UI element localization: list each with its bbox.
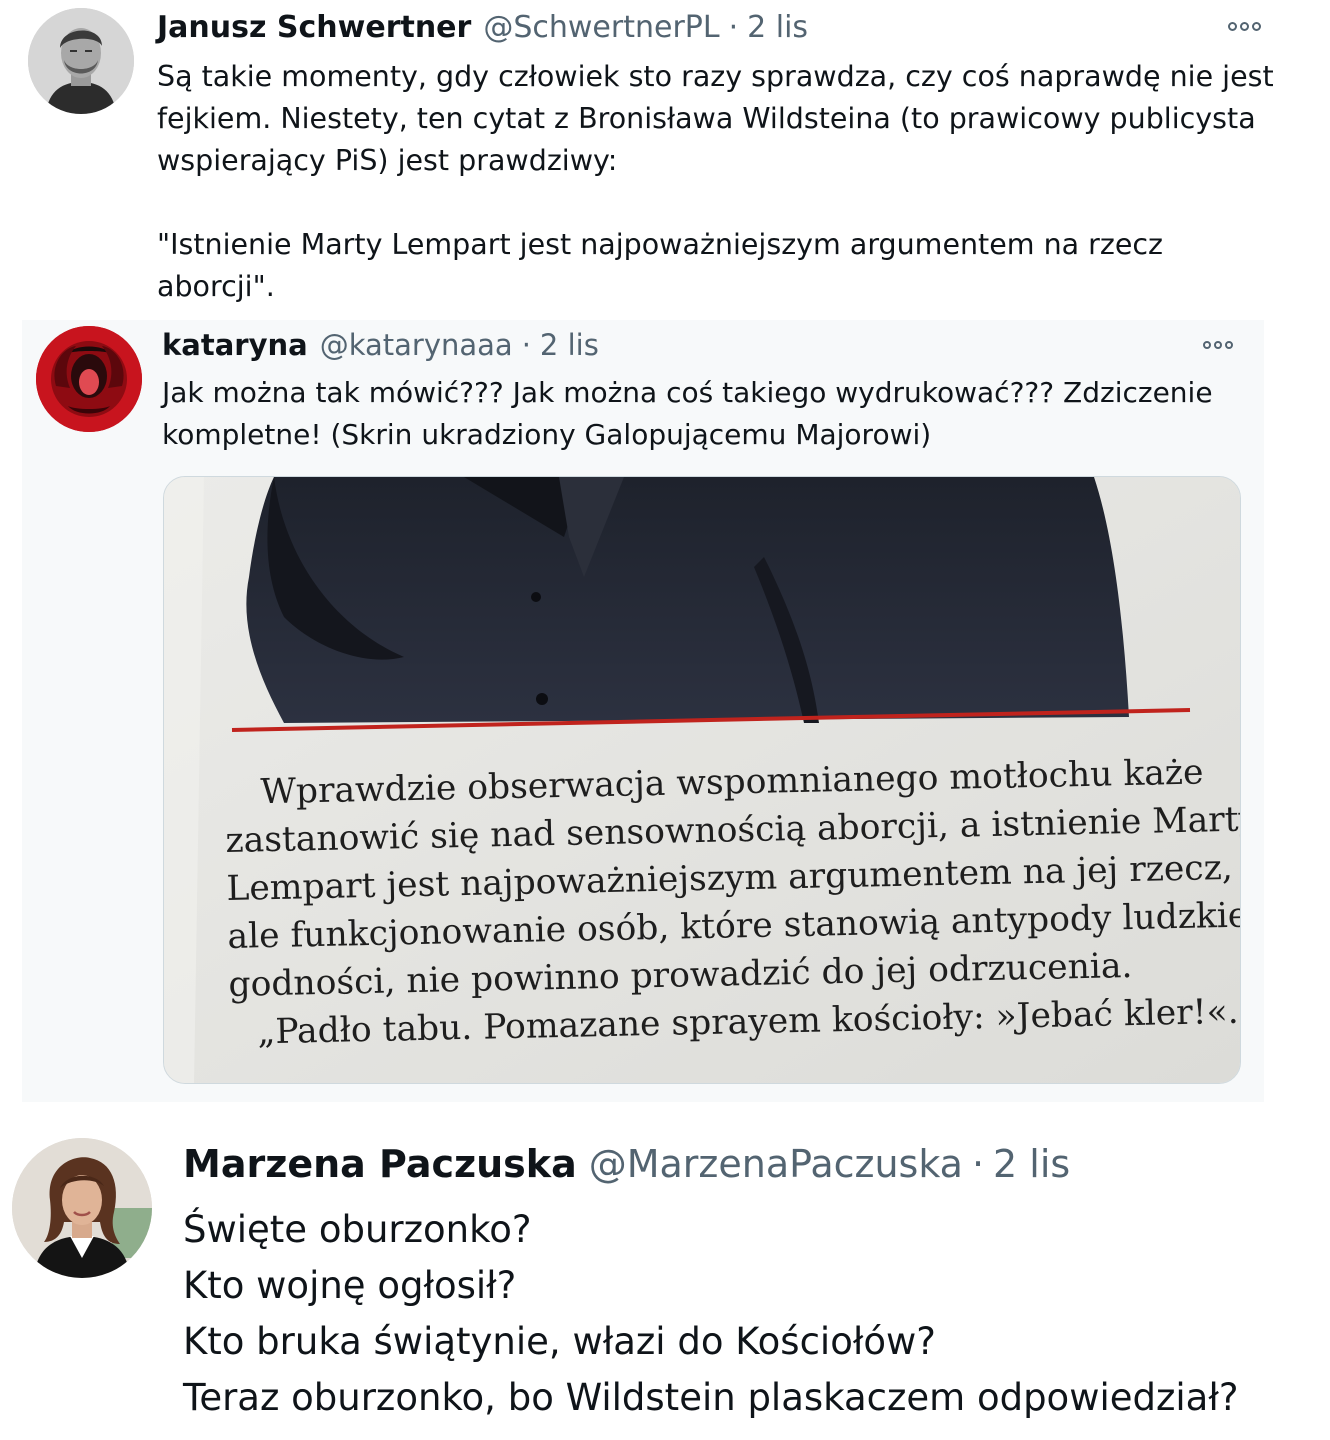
- tweet-text: Święte oburzonko? Kto wojnę ogłosił? Kto…: [183, 1202, 1323, 1426]
- tweet-text: Jak można tak mówić??? Jak można coś tak…: [162, 372, 1242, 456]
- timestamp[interactable]: 2 lis: [540, 328, 599, 362]
- avatar-portrait: [12, 1138, 152, 1278]
- tweet-line: fejkiem. Niestety, ten cytat z Bronisław…: [157, 102, 1256, 135]
- tweet-line: kompletne! (Skrin ukradziony Galopującem…: [162, 418, 932, 451]
- more-horizontal-icon[interactable]: [1228, 22, 1261, 31]
- author-handle[interactable]: @SchwertnerPL: [483, 10, 719, 45]
- quoted-tweet-kataryna[interactable]: kataryna @katarynaaa · 2 lis Jak można t…: [22, 320, 1264, 1102]
- author-name[interactable]: Marzena Paczuska: [183, 1142, 577, 1186]
- tweet-line: Są takie momenty, gdy człowiek sto razy …: [157, 60, 1274, 93]
- more-horizontal-icon[interactable]: [1203, 341, 1233, 349]
- author-handle[interactable]: @MarzenaPaczuska: [589, 1142, 963, 1186]
- tweet-line: Kto wojnę ogłosił?: [183, 1264, 517, 1307]
- author-name[interactable]: kataryna: [162, 328, 308, 362]
- tweet-line: aborcji".: [157, 270, 275, 303]
- timestamp[interactable]: 2 lis: [993, 1142, 1070, 1186]
- tweet-schwertner[interactable]: Janusz Schwertner @SchwertnerPL · 2 lis …: [0, 0, 1330, 320]
- tweet-line: wspierający PiS) jest prawdziwy:: [157, 144, 618, 177]
- author-handle[interactable]: @katarynaaa: [320, 328, 513, 362]
- avatar-logo: [36, 326, 142, 432]
- tweet-text: Są takie momenty, gdy człowiek sto razy …: [157, 56, 1297, 308]
- tweet-line: "Istnienie Marty Lempart jest najpoważni…: [157, 228, 1164, 261]
- magazine-text: Wprawdzie obserwacja wspomnianego motłoc…: [224, 748, 1240, 1057]
- author-name[interactable]: Janusz Schwertner: [157, 10, 471, 45]
- separator: ·: [728, 10, 739, 45]
- avatar-portrait: [28, 8, 134, 114]
- tweet-line: Jak można tak mówić??? Jak można coś tak…: [162, 376, 1213, 409]
- attached-photo[interactable]: Wprawdzie obserwacja wspomnianego motłoc…: [163, 476, 1241, 1084]
- separator: ·: [521, 328, 531, 362]
- tweet-line: Kto bruka świątynie, włazi do Kościołów?: [183, 1320, 936, 1363]
- avatar[interactable]: [36, 326, 142, 432]
- tweet-header: Marzena Paczuska @MarzenaPaczuska · 2 li…: [183, 1142, 1070, 1194]
- tweet-header: kataryna @katarynaaa · 2 lis: [162, 328, 599, 368]
- tweet-header: Janusz Schwertner @SchwertnerPL · 2 lis: [157, 10, 808, 50]
- tweet-line: Teraz oburzonko, bo Wildstein plaskaczem…: [183, 1376, 1239, 1419]
- avatar[interactable]: [12, 1138, 152, 1278]
- tweet-paczuska[interactable]: Marzena Paczuska @MarzenaPaczuska · 2 li…: [0, 1110, 1330, 1440]
- timestamp[interactable]: 2 lis: [747, 10, 808, 45]
- tweet-line: Święte oburzonko?: [183, 1208, 532, 1251]
- separator: ·: [971, 1142, 985, 1186]
- avatar[interactable]: [28, 8, 134, 114]
